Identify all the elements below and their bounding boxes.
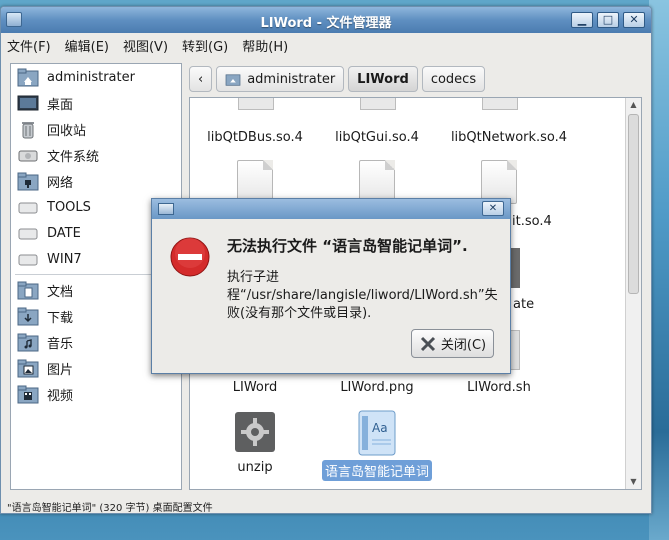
file-label: libQtDBus.so.4 <box>207 130 303 145</box>
documents-folder-icon <box>17 281 39 300</box>
drive-icon <box>18 202 38 214</box>
desktop-background <box>649 0 669 540</box>
file-item[interactable]: libQtNetwork.so.4 <box>444 130 574 145</box>
file-label[interactable]: ate <box>513 297 534 312</box>
file-item[interactable]: LIWord.png <box>312 380 442 395</box>
path-segment-label: administrater <box>247 71 336 87</box>
sidebar-item-label: 图片 <box>47 362 74 378</box>
drive-icon <box>18 150 38 162</box>
error-dialog: ✕ 无法执行文件 “语言岛智能记单词”. 执行子进程“/usr/share/la… <box>151 198 511 374</box>
file-label[interactable]: it.so.4 <box>512 214 552 229</box>
sidebar-item-label: TOOLS <box>47 199 91 215</box>
dialog-message: 执行子进程“/usr/share/langisle/liword/LIWord.… <box>227 270 498 321</box>
window-title: LIWord - 文件管理器 <box>260 16 392 31</box>
file-label: unzip <box>237 460 273 475</box>
sidebar-item-label: 下载 <box>47 310 74 326</box>
menubar: 文件(F) 编辑(E) 视图(V) 转到(G) 帮助(H) <box>1 33 651 57</box>
sidebar-item-videos[interactable]: 视频 <box>11 381 181 407</box>
dialog-heading: 无法执行文件 “语言岛智能记单词”. <box>227 237 468 255</box>
desktop-icon <box>17 95 39 111</box>
menu-view[interactable]: 视图(V) <box>123 36 168 55</box>
sidebar-item-label: 文档 <box>47 284 74 300</box>
scroll-down-icon[interactable]: ▼ <box>626 475 641 489</box>
home-folder-icon <box>225 74 241 86</box>
dialog-window-icon <box>158 203 174 215</box>
file-label: 语言岛智能记单词 <box>321 460 432 481</box>
file-item-unzip[interactable]: unzip <box>190 412 320 475</box>
dialog-close-button[interactable]: 关闭(C) <box>411 329 494 358</box>
downloads-folder-icon <box>17 307 39 326</box>
status-bar: "语言岛智能记单词" (320 字节) 桌面配置文件 <box>7 503 213 514</box>
home-folder-icon <box>17 68 39 87</box>
dialog-titlebar[interactable]: ✕ <box>152 199 510 219</box>
minimize-button[interactable]: ▁ <box>571 12 593 28</box>
dialog-close-label: 关闭(C) <box>440 338 487 353</box>
file-item[interactable]: libQtGui.so.4 <box>312 130 442 145</box>
path-back-button[interactable]: ‹ <box>189 66 213 92</box>
dialog-close-x-button[interactable]: ✕ <box>482 201 504 216</box>
dictionary-app-icon: Aa <box>358 410 396 456</box>
pictures-folder-icon <box>17 359 39 378</box>
sidebar-item-label: 网络 <box>47 175 74 191</box>
vertical-scrollbar[interactable]: ▲ ▼ <box>625 98 641 489</box>
close-window-button[interactable]: ✕ <box>623 12 645 28</box>
file-icon <box>482 98 518 110</box>
sidebar-item-label: WIN7 <box>47 251 82 267</box>
drive-icon <box>18 228 38 240</box>
path-segment-liword[interactable]: LIWord <box>348 66 418 92</box>
music-folder-icon <box>17 333 39 352</box>
file-icon <box>238 98 274 110</box>
file-label: LIWord.sh <box>467 380 531 395</box>
path-segment-home[interactable]: administrater <box>216 66 345 92</box>
path-segment-codecs[interactable]: codecs <box>421 66 486 92</box>
file-label: LIWord.png <box>340 380 414 395</box>
svg-text:Aa: Aa <box>372 421 388 435</box>
file-icon <box>360 98 396 110</box>
file-item[interactable]: LIWord <box>190 380 320 395</box>
sidebar-item-filesystem[interactable]: 文件系统 <box>11 142 181 168</box>
menu-help[interactable]: 帮助(H) <box>242 36 288 55</box>
menu-go[interactable]: 转到(G) <box>182 36 228 55</box>
scroll-up-icon[interactable]: ▲ <box>626 98 641 112</box>
drive-icon <box>18 254 38 266</box>
error-icon <box>170 237 210 277</box>
menu-file[interactable]: 文件(F) <box>7 36 51 55</box>
sidebar-item-label: administrater <box>47 69 135 85</box>
file-item[interactable]: libQtDBus.so.4 <box>190 130 320 145</box>
scrollbar-thumb[interactable] <box>628 114 639 294</box>
titlebar[interactable]: LIWord - 文件管理器 ▁ □ ✕ <box>1 7 651 33</box>
gear-icon <box>235 412 275 452</box>
file-label: libQtNetwork.so.4 <box>450 130 568 145</box>
sidebar-item-desktop[interactable]: 桌面 <box>11 90 181 116</box>
file-item-desktop-entry[interactable]: Aa 语言岛智能记单词 <box>312 410 442 481</box>
sidebar-item-label: 回收站 <box>47 123 87 139</box>
sidebar-item-trash[interactable]: 回收站 <box>11 116 181 142</box>
sidebar-item-label: 音乐 <box>47 336 74 352</box>
trash-icon <box>22 122 34 139</box>
videos-folder-icon <box>17 385 39 404</box>
sidebar-item-network[interactable]: 网络 <box>11 168 181 194</box>
menu-edit[interactable]: 编辑(E) <box>65 36 109 55</box>
sidebar-item-label: 文件系统 <box>47 149 100 165</box>
sidebar-item-label: 视频 <box>47 388 74 404</box>
sidebar-item-label: 桌面 <box>47 97 74 113</box>
maximize-button[interactable]: □ <box>597 12 619 28</box>
file-item[interactable]: LIWord.sh <box>434 380 564 395</box>
network-folder-icon <box>17 172 39 191</box>
file-label: libQtGui.so.4 <box>335 130 419 145</box>
path-bar: ‹ administrater LIWord codecs <box>189 65 486 93</box>
file-label: LIWord <box>232 380 278 395</box>
close-icon <box>420 336 435 351</box>
sidebar-item-label: DATE <box>47 225 81 241</box>
sidebar-item-home[interactable]: administrater <box>11 64 181 90</box>
